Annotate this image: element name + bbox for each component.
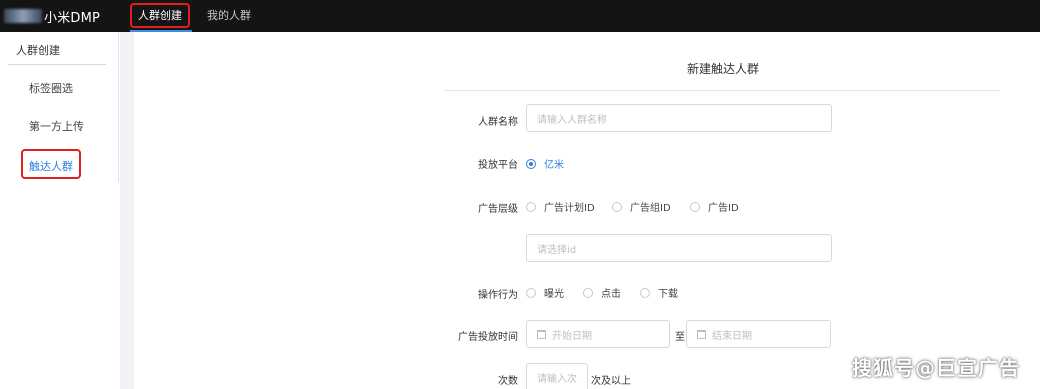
- sidebar-item-first-party-upload[interactable]: 第一方上传: [29, 118, 84, 134]
- ad-level-option-group-id[interactable]: 广告组ID: [612, 199, 671, 214]
- tab-my-audiences-label: 我的人群: [207, 9, 251, 22]
- app-title: 小米DMP: [44, 10, 101, 26]
- ad-level-label: 广告层级: [478, 204, 518, 215]
- action-option-click[interactable]: 点击: [583, 285, 621, 300]
- calendar-icon: [537, 329, 546, 339]
- end-date-placeholder: 结束日期: [712, 330, 752, 342]
- count-input[interactable]: 请输入次: [526, 363, 588, 389]
- ad-level-option-label: 广告ID: [708, 203, 739, 214]
- annotation-highlight-box: [21, 149, 81, 179]
- sidebar-border: [118, 32, 119, 182]
- ad-time-label: 广告投放时间: [458, 332, 518, 343]
- start-date-input[interactable]: 开始日期: [526, 320, 670, 348]
- date-range-separator: 至: [675, 332, 685, 343]
- logo-icon: [4, 9, 42, 23]
- ad-id-select-placeholder: 请选择id: [537, 244, 577, 256]
- action-option-download[interactable]: 下载: [640, 285, 678, 300]
- form-title: 新建触达人群: [687, 62, 760, 76]
- ad-level-option-label: 广告组ID: [630, 203, 671, 214]
- end-date-input[interactable]: 结束日期: [686, 320, 831, 348]
- sidebar-title: 人群创建: [16, 44, 60, 57]
- action-label: 操作行为: [478, 290, 518, 301]
- sidebar: 人群创建 标签圈选 第一方上传 触达人群: [0, 32, 120, 389]
- action-option-label: 曝光: [544, 289, 564, 300]
- watermark-text: 搜狐号@巨宣广告: [852, 356, 1020, 380]
- radio-icon: [526, 287, 536, 298]
- calendar-icon: [697, 329, 706, 339]
- platform-option-label: 亿米: [544, 160, 564, 171]
- radio-icon: [612, 201, 622, 212]
- ad-level-option-plan-id[interactable]: 广告计划ID: [526, 199, 595, 214]
- top-navbar: 小米DMP 人群创建 我的人群: [0, 0, 1040, 32]
- name-label: 人群名称: [478, 117, 518, 128]
- radio-icon: [640, 287, 650, 298]
- ad-level-option-label: 广告计划ID: [544, 203, 595, 214]
- form-divider: [444, 90, 1000, 91]
- tab-my-audiences[interactable]: 我的人群: [207, 0, 251, 32]
- count-suffix: 次及以上: [591, 376, 631, 387]
- radio-icon: [690, 201, 700, 212]
- radio-icon: [583, 287, 593, 298]
- platform-label: 投放平台: [478, 160, 518, 171]
- main-panel: 新建触达人群 人群名称 请输入人群名称 投放平台 亿米 广告层级 广告计划ID …: [134, 32, 1040, 389]
- count-placeholder: 请输入次: [537, 373, 577, 385]
- app-logo[interactable]: 小米DMP: [0, 0, 100, 32]
- platform-option-yimi[interactable]: 亿米: [526, 156, 564, 171]
- ad-level-option-ad-id[interactable]: 广告ID: [690, 199, 739, 214]
- action-option-impression[interactable]: 曝光: [526, 285, 564, 300]
- count-label: 次数: [498, 376, 518, 387]
- action-option-label: 下载: [658, 289, 678, 300]
- sidebar-divider: [8, 64, 106, 65]
- annotation-highlight-box: [130, 3, 190, 28]
- radio-selected-icon: [526, 158, 536, 169]
- ad-id-select[interactable]: 请选择id: [526, 234, 832, 262]
- audience-name-input[interactable]: 请输入人群名称: [526, 104, 832, 132]
- sidebar-item-tag-selection[interactable]: 标签圈选: [29, 80, 73, 96]
- tab-create-audience[interactable]: 人群创建: [128, 0, 192, 32]
- action-option-label: 点击: [601, 289, 621, 300]
- start-date-placeholder: 开始日期: [552, 330, 592, 342]
- audience-name-placeholder: 请输入人群名称: [537, 114, 607, 126]
- radio-icon: [526, 201, 536, 212]
